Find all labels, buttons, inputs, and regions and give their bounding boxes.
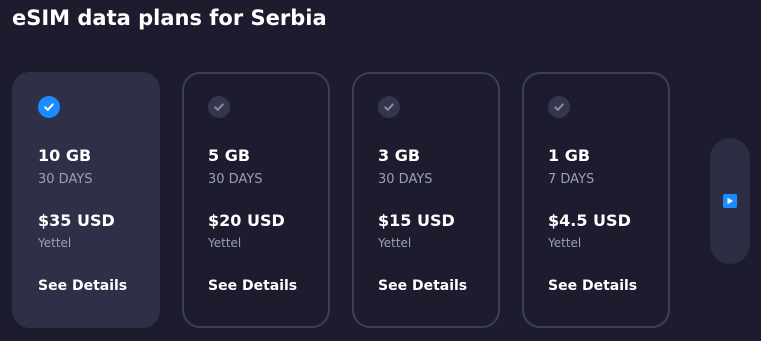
plan-card-10gb[interactable]: 10 GB 30 DAYS $35 USD Yettel See Details — [12, 72, 160, 328]
plan-carrier: Yettel — [378, 236, 412, 250]
check-circle-icon — [38, 96, 60, 118]
see-details-link[interactable]: See Details — [378, 278, 467, 294]
see-details-link[interactable]: See Details — [208, 278, 297, 294]
plan-duration: 30 DAYS — [378, 172, 433, 187]
page-title: eSIM data plans for Serbia — [12, 6, 327, 30]
plans-page: eSIM data plans for Serbia 10 GB 30 DAYS… — [0, 0, 761, 341]
plan-data: 5 GB — [208, 146, 251, 165]
plan-price: $20 USD — [208, 211, 285, 230]
plan-data: 10 GB — [38, 146, 92, 165]
plan-price: $4.5 USD — [548, 211, 631, 230]
check-circle-icon — [208, 96, 230, 118]
plan-data: 1 GB — [548, 146, 591, 165]
play-arrow-icon — [723, 194, 737, 208]
plan-data: 3 GB — [378, 146, 421, 165]
plan-card-3gb[interactable]: 3 GB 30 DAYS $15 USD Yettel See Details — [352, 72, 500, 328]
plan-carrier: Yettel — [38, 236, 72, 250]
check-circle-icon — [378, 96, 400, 118]
see-details-link[interactable]: See Details — [548, 278, 637, 294]
plan-price: $35 USD — [38, 211, 115, 230]
see-details-link[interactable]: See Details — [38, 278, 127, 294]
plan-duration: 30 DAYS — [38, 172, 93, 187]
check-circle-icon — [548, 96, 570, 118]
plan-carrier: Yettel — [208, 236, 242, 250]
plan-price: $15 USD — [378, 211, 455, 230]
plan-duration: 30 DAYS — [208, 172, 263, 187]
plan-card-1gb[interactable]: 1 GB 7 DAYS $4.5 USD Yettel See Details — [522, 72, 670, 328]
plan-carrier: Yettel — [548, 236, 582, 250]
plan-duration: 7 DAYS — [548, 172, 595, 187]
next-plans-button[interactable] — [710, 138, 750, 264]
plan-card-5gb[interactable]: 5 GB 30 DAYS $20 USD Yettel See Details — [182, 72, 330, 328]
